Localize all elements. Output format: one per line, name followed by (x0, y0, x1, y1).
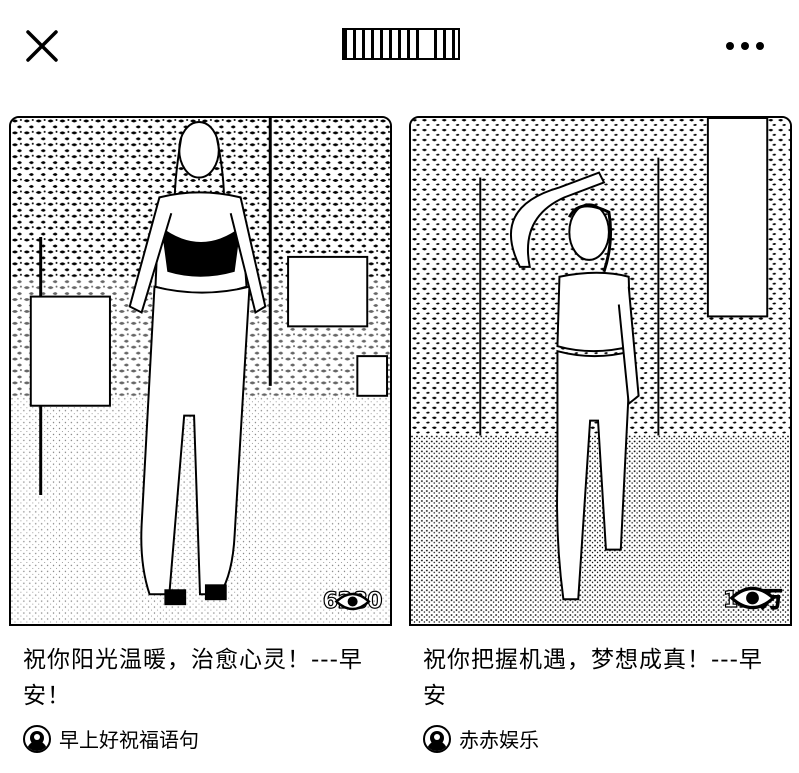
video-thumbnail[interactable]: 1.2万 (409, 116, 792, 626)
video-card[interactable]: 6280 祝你阳光温暖，治愈心灵！---早安！ 早上好祝福语句 (9, 116, 392, 753)
author-name: 赤赤娱乐 (459, 728, 539, 752)
top-bar (0, 0, 799, 92)
page-title-redacted (342, 28, 460, 60)
close-icon (26, 30, 58, 62)
avatar-icon (423, 724, 451, 753)
view-count: 6280 (322, 588, 383, 614)
video-card[interactable]: 1.2万 祝你把握机遇，梦想成真！---早安 赤赤娱乐 (409, 116, 792, 753)
author-name: 早上好祝福语句 (59, 728, 199, 752)
avatar-icon (23, 724, 51, 753)
thumbnail-image (11, 118, 390, 624)
view-count: 1.2万 (722, 582, 783, 614)
author-row[interactable]: 赤赤娱乐 (423, 724, 792, 753)
video-caption[interactable]: 祝你阳光温暖，治愈心灵！---早安！ (23, 642, 378, 714)
video-caption[interactable]: 祝你把握机遇，梦想成真！---早安 (423, 642, 778, 714)
more-options-button[interactable] (720, 30, 770, 60)
video-thumbnail[interactable]: 6280 (9, 116, 392, 626)
author-row[interactable]: 早上好祝福语句 (23, 724, 392, 753)
eye-icon (729, 586, 776, 610)
thumbnail-image (411, 118, 790, 624)
close-button[interactable] (22, 26, 62, 66)
eye-icon (334, 592, 371, 611)
more-horizontal-icon (726, 42, 734, 50)
